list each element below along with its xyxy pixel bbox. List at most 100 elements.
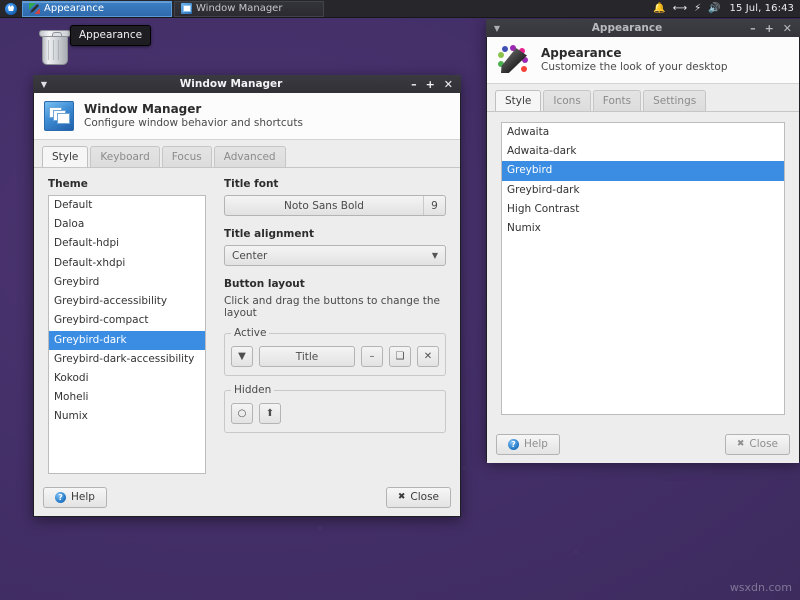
active-legend: Active	[231, 327, 269, 339]
window-manager-style-pane: Theme Default Daloa Default-hdpi Default…	[34, 167, 460, 480]
list-item[interactable]: Greybird-dark	[502, 181, 784, 200]
window-manager-footer: ? Help ✖ Close	[34, 480, 460, 516]
list-item[interactable]: Default-hdpi	[49, 234, 205, 253]
list-item[interactable]: Daloa	[49, 215, 205, 234]
list-item[interactable]: Default-xhdpi	[49, 254, 205, 273]
close-button-handle[interactable]: ✕	[417, 346, 439, 367]
pencil-icon	[497, 45, 531, 75]
title-font-value: Noto Sans Bold	[225, 200, 423, 212]
tab-style[interactable]: Style	[42, 146, 88, 168]
active-buttons-group: Active ▼ Title – ❑ ✕	[224, 327, 446, 376]
appearance-footer: ? Help ✖ Close	[487, 427, 799, 463]
list-item-selected[interactable]: Greybird-dark	[49, 331, 205, 350]
list-item[interactable]: High Contrast	[502, 200, 784, 219]
list-item[interactable]: Numix	[502, 219, 784, 238]
title-handle[interactable]: Title	[259, 346, 355, 367]
shade-button-handle[interactable]: ⬆	[259, 403, 281, 424]
button-layout-label: Button layout	[224, 278, 446, 290]
list-item[interactable]: Moheli	[49, 388, 205, 407]
list-item[interactable]: Numix	[49, 407, 205, 426]
appearance-header: Appearance Customize the look of your de…	[487, 37, 799, 84]
pencil-icon	[29, 3, 40, 14]
volume-icon[interactable]: 🔊	[708, 4, 720, 14]
tab-keyboard[interactable]: Keyboard	[90, 146, 159, 168]
appearance-style-pane: Adwaita Adwaita-dark Greybird Greybird-d…	[487, 111, 799, 427]
power-icon[interactable]: ⚡	[694, 4, 701, 14]
close-button[interactable]: ✖ Close	[386, 487, 451, 508]
menu-button-handle[interactable]: ▼	[231, 346, 253, 367]
list-item[interactable]: Greybird-dark-accessibility	[49, 350, 205, 369]
title-alignment-label: Title alignment	[224, 228, 446, 240]
list-item[interactable]: Greybird-compact	[49, 311, 205, 330]
tab-fonts[interactable]: Fonts	[593, 90, 641, 112]
theme-section: Theme Default Daloa Default-hdpi Default…	[48, 178, 206, 474]
window-manager-titlebar[interactable]: ▼ Window Manager – + ✕	[33, 75, 461, 93]
list-item[interactable]: Adwaita-dark	[502, 142, 784, 161]
xfce-mouse-icon	[5, 3, 17, 15]
desktop-panel: Appearance Window Manager 🔔 ⟷ ⚡ 🔊 15 Jul…	[0, 0, 800, 18]
appearance-window-title: Appearance	[504, 22, 750, 34]
tab-style[interactable]: Style	[495, 90, 541, 112]
list-item[interactable]: Adwaita	[502, 123, 784, 142]
list-item[interactable]: Default	[49, 196, 205, 215]
tab-focus[interactable]: Focus	[162, 146, 212, 168]
list-item[interactable]: Kokodi	[49, 369, 205, 388]
tab-advanced[interactable]: Advanced	[214, 146, 286, 168]
help-icon: ?	[55, 492, 66, 503]
bell-icon[interactable]: 🔔	[653, 4, 665, 14]
window-menu-icon[interactable]: ▼	[37, 80, 51, 89]
tab-icons[interactable]: Icons	[543, 90, 590, 112]
stick-button-handle[interactable]: ○	[231, 403, 253, 424]
close-button[interactable]: ✖ Close	[725, 434, 790, 455]
system-tray: 🔔 ⟷ ⚡ 🔊 15 Jul, 16:43	[653, 3, 800, 14]
windows-icon	[44, 101, 74, 131]
title-font-label: Title font	[224, 178, 446, 190]
applications-menu-button[interactable]	[0, 0, 22, 18]
help-icon: ?	[508, 439, 519, 450]
help-button[interactable]: ? Help	[496, 434, 560, 455]
taskbar-item-appearance[interactable]: Appearance	[22, 1, 172, 17]
taskbar-item-label: Appearance	[44, 3, 104, 14]
title-alignment-select[interactable]: Center ▼	[224, 245, 446, 266]
appearance-header-title: Appearance	[541, 46, 728, 61]
window-manager-header: Window Manager Configure window behavior…	[34, 93, 460, 140]
maximize-button-handle[interactable]: ❑	[389, 346, 411, 367]
style-options-section: Title font Noto Sans Bold 9 Title alignm…	[224, 178, 446, 474]
windows-icon	[181, 3, 192, 14]
desktop-tooltip: Appearance	[70, 25, 151, 46]
minimize-button[interactable]: –	[411, 79, 417, 90]
close-button[interactable]: ✕	[444, 79, 453, 90]
title-font-button[interactable]: Noto Sans Bold 9	[224, 195, 446, 216]
minimize-button-handle[interactable]: –	[361, 346, 383, 367]
taskbar-item-window-manager[interactable]: Window Manager	[174, 1, 324, 17]
theme-label: Theme	[48, 178, 206, 190]
hidden-buttons-group: Hidden ○ ⬆	[224, 384, 446, 433]
chevron-down-icon: ▼	[432, 251, 445, 260]
network-icon[interactable]: ⟷	[673, 4, 687, 14]
hidden-legend: Hidden	[231, 384, 274, 396]
close-button[interactable]: ✕	[783, 23, 792, 34]
taskbar-item-label: Window Manager	[196, 3, 282, 14]
window-manager-tabbar: Style Keyboard Focus Advanced	[34, 140, 460, 168]
window-menu-icon[interactable]: ▼	[490, 24, 504, 33]
maximize-button[interactable]: +	[426, 79, 435, 90]
appearance-titlebar[interactable]: ▼ Appearance – + ✕	[486, 19, 800, 37]
maximize-button[interactable]: +	[765, 23, 774, 34]
help-button[interactable]: ? Help	[43, 487, 107, 508]
tab-settings[interactable]: Settings	[643, 90, 706, 112]
trash-icon[interactable]	[38, 26, 72, 68]
appearance-style-list[interactable]: Adwaita Adwaita-dark Greybird Greybird-d…	[501, 122, 785, 415]
watermark: wsxdn.com	[730, 581, 792, 594]
close-icon: ✖	[398, 492, 406, 502]
window-manager-window: ▼ Window Manager – + ✕ Window Manager Co…	[33, 75, 461, 517]
list-item[interactable]: Greybird	[49, 273, 205, 292]
appearance-header-subtitle: Customize the look of your desktop	[541, 61, 728, 75]
minimize-button[interactable]: –	[750, 23, 756, 34]
appearance-tabbar: Style Icons Fonts Settings	[487, 84, 799, 112]
list-item-selected[interactable]: Greybird	[502, 161, 784, 180]
appearance-window: ▼ Appearance – + ✕ Appearance Customiz	[486, 19, 800, 461]
clock[interactable]: 15 Jul, 16:43	[728, 3, 794, 14]
list-item[interactable]: Greybird-accessibility	[49, 292, 205, 311]
theme-list[interactable]: Default Daloa Default-hdpi Default-xhdpi…	[48, 195, 206, 474]
button-layout-hint: Click and drag the buttons to change the…	[224, 295, 446, 319]
